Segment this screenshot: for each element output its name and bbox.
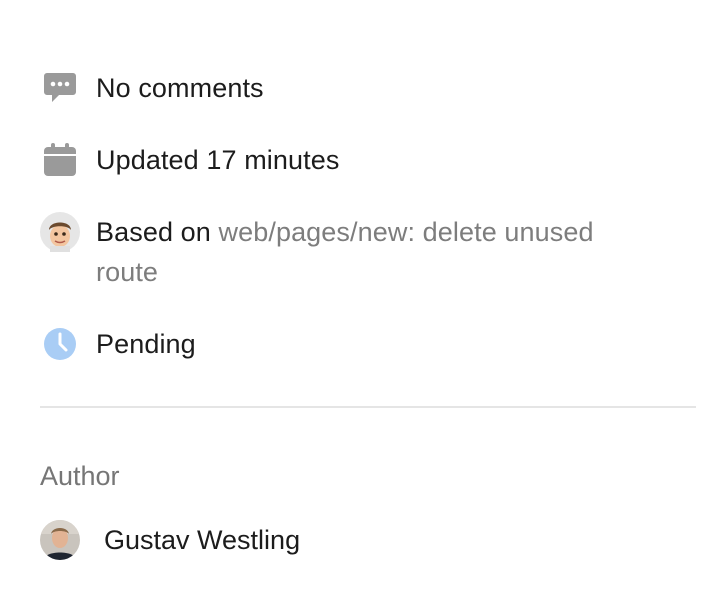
comments-count-text: No comments bbox=[96, 73, 264, 103]
updated-time-text: Updated 17 minutes bbox=[96, 145, 340, 175]
author-item[interactable]: Gustav Westling bbox=[40, 520, 300, 560]
memoji-avatar-icon bbox=[40, 212, 80, 252]
based-on-row: Based on web/pages/new: delete unused ro… bbox=[40, 212, 660, 292]
comments-row: No comments bbox=[40, 68, 264, 108]
author-name[interactable]: Gustav Westling bbox=[104, 520, 300, 560]
calendar-icon bbox=[40, 140, 80, 180]
status-row: Pending bbox=[40, 324, 196, 364]
comment-bubble-icon bbox=[40, 68, 80, 108]
pr-sidebar-panel: No comments Updated 17 minutes Based on … bbox=[40, 0, 696, 606]
updated-row: Updated 17 minutes bbox=[40, 140, 339, 180]
based-on-prefix: Based on bbox=[96, 217, 211, 247]
based-on-text: Based on web/pages/new: delete unused ro… bbox=[96, 212, 660, 292]
clock-icon bbox=[40, 324, 80, 364]
author-avatar bbox=[40, 520, 80, 560]
status-text: Pending bbox=[96, 329, 196, 359]
section-divider bbox=[40, 406, 696, 408]
author-section-title: Author bbox=[40, 461, 120, 491]
